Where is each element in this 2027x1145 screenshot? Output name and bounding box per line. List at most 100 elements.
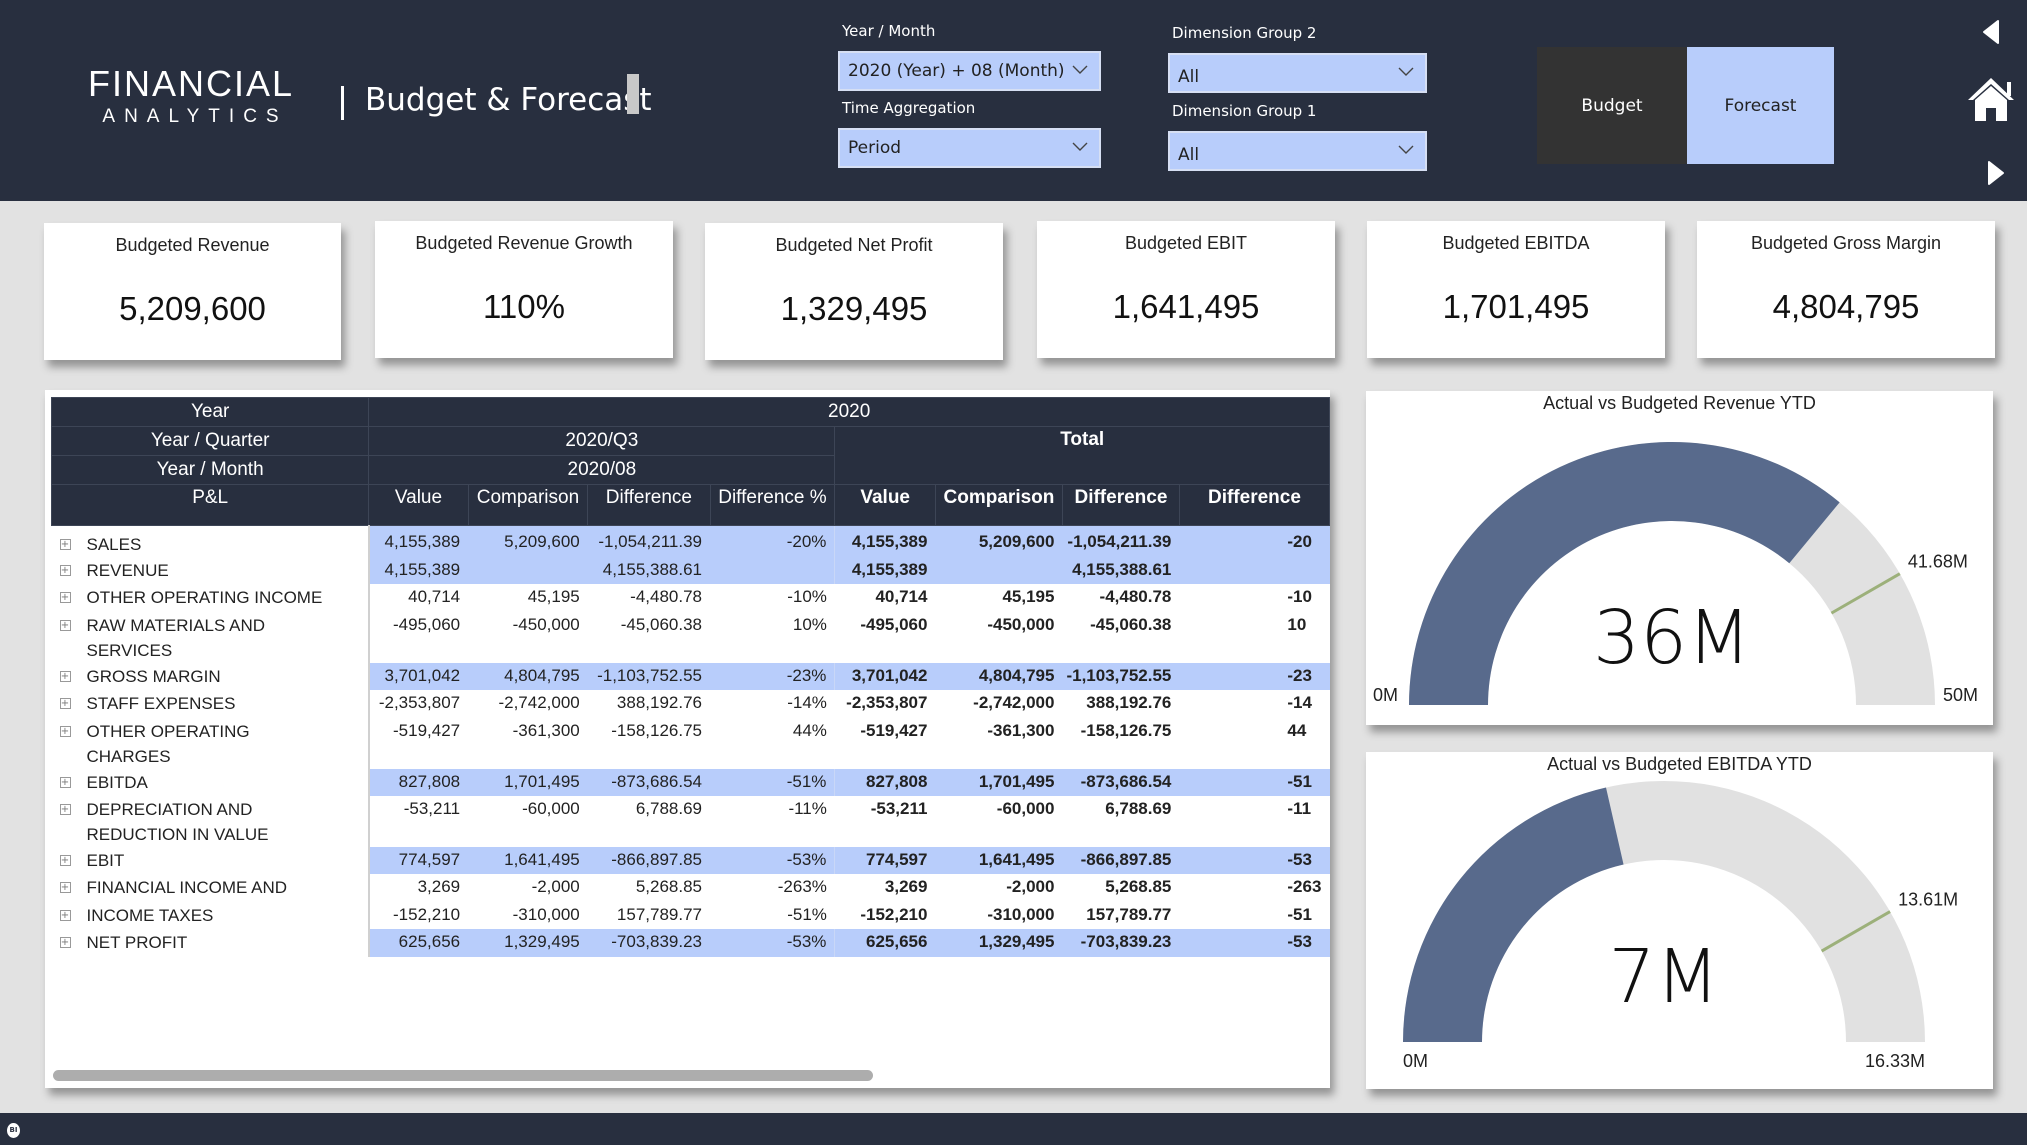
expand-icon[interactable]: + (59, 539, 71, 550)
table-row[interactable]: + OTHER OPERATING INCOME 40,714 45,195 -4,48… (52, 584, 1330, 612)
table-row[interactable]: + INCOME TAXES -152,210 -310,000 157,789.77 -… (52, 901, 1330, 930)
cell-total-difference: -158,126.75 (1080, 720, 1172, 740)
cell-difference-pct: -14% (787, 693, 827, 713)
cell-total-value: -2,353,807 (846, 693, 928, 713)
logo: FINANCIAL ANALYTICS (76, 64, 306, 130)
pl-matrix: Year 2020 Year / Quarter 2020/Q3 Total Y… (45, 390, 1330, 1088)
table-row[interactable]: + STAFF EXPENSES -2,353,807 -2,742,000 388,1… (52, 690, 1330, 718)
cell-comparison: -450,000 (512, 614, 580, 634)
cell-total-value: -53,211 (870, 798, 928, 818)
gauge-min-label: 0M (1373, 685, 1398, 705)
dimension-group-1-dropdown[interactable]: All (1168, 131, 1427, 171)
expand-icon[interactable]: + (59, 592, 71, 604)
cell-value: -519,427 (367, 717, 469, 769)
cell-total-difference-pct: -10 (1287, 587, 1312, 607)
kpi-value: 110% (483, 288, 565, 325)
powerbi-badge-icon[interactable]: BI (7, 1123, 20, 1138)
table-row[interactable]: + DEPRECIATION AND REDUCTION IN VALUE -53,… (52, 795, 1330, 847)
col-header-month[interactable]: 2020/08 (368, 455, 836, 485)
kpi-card-budgeted-ebit: Budgeted EBIT 1,641,495 (1037, 221, 1335, 358)
table-row[interactable]: + EBIT 774,597 1,641,495 -866,897.85 -53% 774,… (52, 846, 1330, 875)
cell-comparison: -310,000 (512, 904, 580, 924)
col-header-total-value[interactable]: Value (834, 484, 936, 526)
expand-icon[interactable]: + (59, 565, 71, 576)
row-header-month: Year / Month (50, 455, 370, 485)
cell-comparison: -2,742,000 (498, 693, 580, 713)
cell-total-difference-pct: -23 (1179, 662, 1330, 691)
time-aggregation-dropdown[interactable]: Period (838, 128, 1101, 168)
gauge-target-label: 41.68M (1908, 552, 1968, 572)
cell-total-value: 774,597 (834, 846, 936, 875)
cell-total-difference-pct: -51 (1179, 768, 1330, 796)
col-header-total-difference[interactable]: Difference (1061, 484, 1180, 526)
cell-total-value: 4,155,389 (834, 557, 936, 585)
pl-matrix-table: Year 2020 Year / Quarter 2020/Q3 Total Y… (50, 397, 1330, 957)
logo-line-2: ANALYTICS (102, 106, 288, 127)
gauge-card-ebitda: Actual vs Budgeted EBITDA YTD 13.61M 7M 0M… (1366, 752, 1993, 1089)
row-label: + EBITDA (52, 769, 369, 796)
cell-total-difference: 157,789.77 (1086, 904, 1172, 924)
year-month-dropdown[interactable]: 2020 (Year) + 08 (Month) (838, 51, 1101, 91)
cell-difference-pct: -53% (710, 846, 835, 875)
kpi-title: Budgeted Net Profit (775, 235, 933, 255)
expand-icon[interactable]: + (59, 670, 71, 682)
col-header-quarter[interactable]: 2020/Q3 (368, 426, 836, 456)
col-header-total-difference-pct[interactable]: Difference (1178, 484, 1330, 526)
page-title: Budget & Forecast (365, 82, 652, 118)
expand-icon[interactable]: + (59, 776, 71, 788)
col-header-value[interactable]: Value (368, 484, 469, 526)
cell-total-difference: -873,686.54 (1062, 768, 1180, 796)
cell-total-comparison: 45,195 (1002, 587, 1055, 607)
cell-total-difference: -1,054,211.39 (1062, 525, 1180, 557)
cell-total-difference: 5,268.85 (1105, 877, 1172, 897)
cell-total-difference: 6,788.69 (1105, 798, 1172, 818)
expand-icon[interactable]: + (59, 909, 71, 921)
budget-button[interactable]: Budget (1537, 47, 1687, 164)
table-row[interactable]: + EBITDA 827,808 1,701,495 -873,686.54 -51% 82… (52, 768, 1330, 796)
kpi-value: 1,641,495 (1112, 288, 1260, 325)
expand-icon[interactable]: + (59, 937, 71, 949)
row-label-text: OTHER OPERATING CHARGES (86, 721, 250, 766)
kpi-card-budgeted-ebitda: Budgeted EBITDA 1,701,495 (1367, 221, 1665, 358)
col-header-comparison[interactable]: Comparison (467, 484, 589, 526)
cell-difference: -1,054,211.39 (587, 525, 710, 557)
table-row[interactable]: + NET PROFIT 625,656 1,329,495 -703,839.23 -5… (52, 929, 1330, 957)
cell-difference: -4,480.78 (630, 587, 702, 607)
col-header-year[interactable]: 2020 (368, 397, 1330, 427)
col-header-difference-pct[interactable]: Difference % (709, 484, 836, 526)
table-row[interactable]: + REVENUE 4,155,389 4,155,388.61 4,155,389 4,… (52, 557, 1330, 585)
expand-icon[interactable]: + (59, 698, 71, 710)
cell-total-difference: -866,897.85 (1062, 846, 1180, 875)
expand-icon[interactable]: + (59, 854, 71, 866)
horizontal-scrollbar[interactable] (53, 1070, 873, 1081)
gauge-max-label: 16.33M (1865, 1051, 1925, 1071)
kpi-value: 1,329,495 (780, 290, 928, 327)
table-row[interactable]: + FINANCIAL INCOME AND 3,269 -2,000 5,268.85… (52, 874, 1330, 902)
gauge-value-arc[interactable] (1403, 787, 1624, 1042)
col-header-difference[interactable]: Difference (587, 484, 711, 526)
expand-icon[interactable]: + (59, 725, 71, 737)
row-label-text: EBITDA (86, 772, 148, 792)
table-row[interactable]: + RAW MATERIALS AND SERVICES -495,060 -450,… (52, 611, 1330, 663)
cell-total-difference: 4,155,388.61 (1062, 557, 1180, 585)
table-row[interactable]: + OTHER OPERATING CHARGES -519,427 -361,300… (52, 717, 1330, 769)
row-header-pl[interactable]: P&L (50, 484, 370, 526)
cell-comparison: 5,209,600 (468, 525, 588, 557)
cell-value: -2,353,807 (367, 690, 469, 718)
col-header-total[interactable]: Total (834, 426, 1330, 485)
expand-icon[interactable]: + (59, 882, 71, 894)
cell-total-difference: -4,480.78 (1099, 587, 1172, 607)
table-row[interactable]: + GROSS MARGIN 3,701,042 4,804,795 -1,103,75… (52, 662, 1330, 691)
forecast-button[interactable]: Forecast (1687, 47, 1834, 164)
dimension-group-2-dropdown[interactable]: All (1168, 53, 1427, 93)
expand-icon[interactable]: + (59, 803, 71, 815)
table-row[interactable]: + SALES 4,155,389 5,209,600 -1,054,211.39 -20… (52, 525, 1330, 557)
col-header-total-comparison[interactable]: Comparison (934, 484, 1063, 526)
expand-icon[interactable]: + (59, 619, 71, 631)
forward-arrow-icon[interactable] (1987, 160, 2005, 186)
row-label-text: GROSS MARGIN (86, 666, 221, 686)
year-month-value: 2020 (Year) + 08 (Month) (848, 61, 1065, 81)
home-icon[interactable] (1966, 76, 2016, 122)
back-arrow-icon[interactable] (1982, 19, 2000, 45)
cell-comparison: -361,300 (512, 720, 580, 740)
